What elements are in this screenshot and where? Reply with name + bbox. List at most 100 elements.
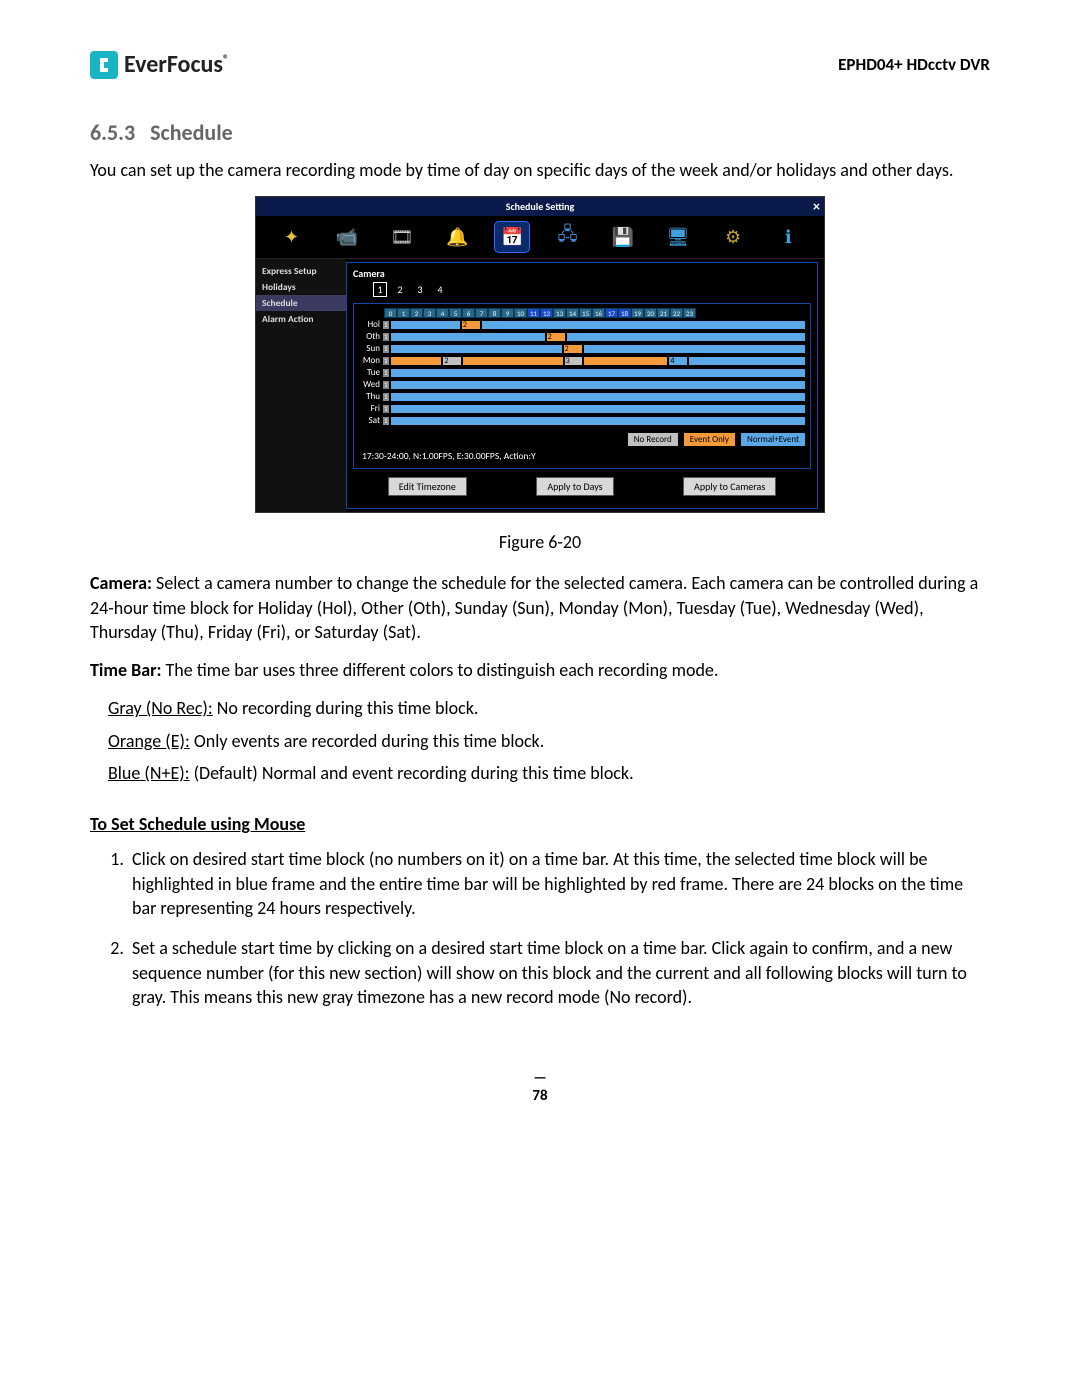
time-segment[interactable] bbox=[390, 392, 806, 402]
settings-icon[interactable]: ⚙ bbox=[716, 222, 750, 252]
day-label: Sun bbox=[358, 343, 382, 354]
day-bar[interactable]: 1 bbox=[382, 416, 806, 426]
hour-cell[interactable]: 22 bbox=[670, 308, 683, 318]
time-segment[interactable]: 2 bbox=[442, 356, 461, 366]
time-segment[interactable]: 1 bbox=[382, 380, 390, 390]
day-bar[interactable]: 1 bbox=[382, 392, 806, 402]
time-segment[interactable] bbox=[390, 368, 806, 378]
apply-days-button[interactable]: Apply to Days bbox=[536, 477, 613, 496]
day-row: Sat1 bbox=[358, 415, 806, 426]
day-row: Oth12 bbox=[358, 331, 806, 342]
day-bar[interactable]: 1 bbox=[382, 404, 806, 414]
time-segment[interactable]: 1 bbox=[382, 404, 390, 414]
time-segment[interactable]: 1 bbox=[382, 332, 390, 342]
hour-cell[interactable]: 23 bbox=[683, 308, 696, 318]
time-segment[interactable]: 4 bbox=[668, 356, 687, 366]
sidebar-item-express[interactable]: Express Setup bbox=[256, 263, 346, 279]
hour-cell[interactable]: 21 bbox=[657, 308, 670, 318]
time-segment[interactable] bbox=[688, 356, 806, 366]
hour-cell[interactable]: 0 bbox=[384, 308, 397, 318]
day-bar[interactable]: 12 bbox=[382, 332, 806, 342]
time-segment[interactable]: 1 bbox=[382, 320, 390, 330]
day-bar[interactable]: 12 bbox=[382, 344, 806, 354]
time-segment[interactable]: 1 bbox=[382, 344, 390, 354]
time-segment[interactable]: 2 bbox=[546, 332, 566, 342]
para-timebar: Time Bar: The time bar uses three differ… bbox=[90, 658, 990, 682]
record-icon[interactable]: 🎞 bbox=[385, 222, 419, 252]
time-segment[interactable] bbox=[390, 344, 563, 354]
hour-cell[interactable]: 18 bbox=[618, 308, 631, 318]
hour-cell[interactable]: 13 bbox=[553, 308, 566, 318]
time-segment[interactable]: 1 bbox=[382, 416, 390, 426]
brand-logo: EverFocus® bbox=[90, 50, 229, 79]
time-segment[interactable] bbox=[390, 332, 546, 342]
day-bar[interactable]: 12 bbox=[382, 320, 806, 330]
time-segment[interactable] bbox=[390, 356, 442, 366]
time-segment[interactable] bbox=[390, 380, 806, 390]
info-icon[interactable]: ℹ bbox=[771, 222, 805, 252]
sidebar-item-schedule[interactable]: Schedule bbox=[256, 295, 346, 311]
day-label: Wed bbox=[358, 379, 382, 390]
hour-cell[interactable]: 16 bbox=[592, 308, 605, 318]
hour-cell[interactable]: 15 bbox=[579, 308, 592, 318]
camera-tab-1[interactable]: 1 bbox=[373, 282, 387, 297]
network-icon[interactable]: 🖧 bbox=[551, 222, 585, 252]
time-segment[interactable] bbox=[583, 356, 668, 366]
dvr-window: Schedule Setting × ✦ 📹 🎞 🔔 📅 🖧 💾 🖥 ⚙ ℹ E… bbox=[255, 196, 825, 513]
hour-cell[interactable]: 5 bbox=[449, 308, 462, 318]
wizard-icon[interactable]: ✦ bbox=[275, 222, 309, 252]
time-segment[interactable] bbox=[566, 332, 806, 342]
time-segment[interactable]: 1 bbox=[382, 356, 390, 366]
hour-cell[interactable]: 9 bbox=[501, 308, 514, 318]
sidebar-item-alarm[interactable]: Alarm Action bbox=[256, 311, 346, 327]
hour-cell[interactable]: 1 bbox=[397, 308, 410, 318]
section-heading: 6.5.3 Schedule bbox=[90, 119, 990, 146]
time-segment[interactable] bbox=[390, 416, 806, 426]
time-segment[interactable] bbox=[481, 320, 806, 330]
dvr-button-row: Edit Timezone Apply to Days Apply to Cam… bbox=[353, 477, 811, 496]
day-bar[interactable]: 1 bbox=[382, 380, 806, 390]
hour-cell[interactable]: 10 bbox=[514, 308, 527, 318]
time-segment[interactable] bbox=[462, 356, 564, 366]
hour-cell[interactable]: 12 bbox=[540, 308, 553, 318]
schedule-icon[interactable]: 📅 bbox=[495, 222, 529, 252]
camera-tab-3[interactable]: 3 bbox=[413, 282, 427, 297]
time-segment[interactable]: 1 bbox=[382, 368, 390, 378]
hour-cell[interactable]: 3 bbox=[423, 308, 436, 318]
hour-cell[interactable]: 17 bbox=[605, 308, 618, 318]
everfocus-logo-icon bbox=[90, 51, 118, 79]
time-segment[interactable]: 3 bbox=[564, 356, 583, 366]
hour-cell[interactable]: 20 bbox=[644, 308, 657, 318]
apply-cameras-button[interactable]: Apply to Cameras bbox=[683, 477, 776, 496]
disk-icon[interactable]: 💾 bbox=[606, 222, 640, 252]
legend-normal-event[interactable]: Normal+Event bbox=[740, 432, 806, 447]
display-icon[interactable]: 🖥 bbox=[661, 222, 695, 252]
hour-cell[interactable]: 8 bbox=[488, 308, 501, 318]
hour-cell[interactable]: 7 bbox=[475, 308, 488, 318]
hour-cell[interactable]: 14 bbox=[566, 308, 579, 318]
legend-event-only[interactable]: Event Only bbox=[683, 432, 736, 447]
hour-cell[interactable]: 11 bbox=[527, 308, 540, 318]
sidebar-item-holidays[interactable]: Holidays bbox=[256, 279, 346, 295]
edit-timezone-button[interactable]: Edit Timezone bbox=[388, 477, 467, 496]
time-segment[interactable] bbox=[390, 404, 806, 414]
close-icon[interactable]: × bbox=[813, 198, 820, 215]
hour-cell[interactable]: 4 bbox=[436, 308, 449, 318]
time-segment[interactable]: 2 bbox=[461, 320, 481, 330]
time-segment[interactable] bbox=[583, 344, 806, 354]
hour-cell[interactable]: 2 bbox=[410, 308, 423, 318]
camera-tab-2[interactable]: 2 bbox=[393, 282, 407, 297]
figure-wrap: Schedule Setting × ✦ 📹 🎞 🔔 📅 🖧 💾 🖥 ⚙ ℹ E… bbox=[90, 196, 990, 553]
day-bar[interactable]: 1 2 3 4 bbox=[382, 356, 806, 366]
day-bar[interactable]: 1 bbox=[382, 368, 806, 378]
hour-cell[interactable]: 19 bbox=[631, 308, 644, 318]
time-segment[interactable]: 1 bbox=[382, 392, 390, 402]
time-segment[interactable] bbox=[390, 320, 461, 330]
hour-cell[interactable]: 6 bbox=[462, 308, 475, 318]
day-label: Tue bbox=[358, 367, 382, 378]
alarm-icon[interactable]: 🔔 bbox=[440, 222, 474, 252]
legend-no-record[interactable]: No Record bbox=[627, 432, 679, 447]
camera-icon[interactable]: 📹 bbox=[330, 222, 364, 252]
time-segment[interactable]: 2 bbox=[563, 344, 583, 354]
camera-tab-4[interactable]: 4 bbox=[433, 282, 447, 297]
